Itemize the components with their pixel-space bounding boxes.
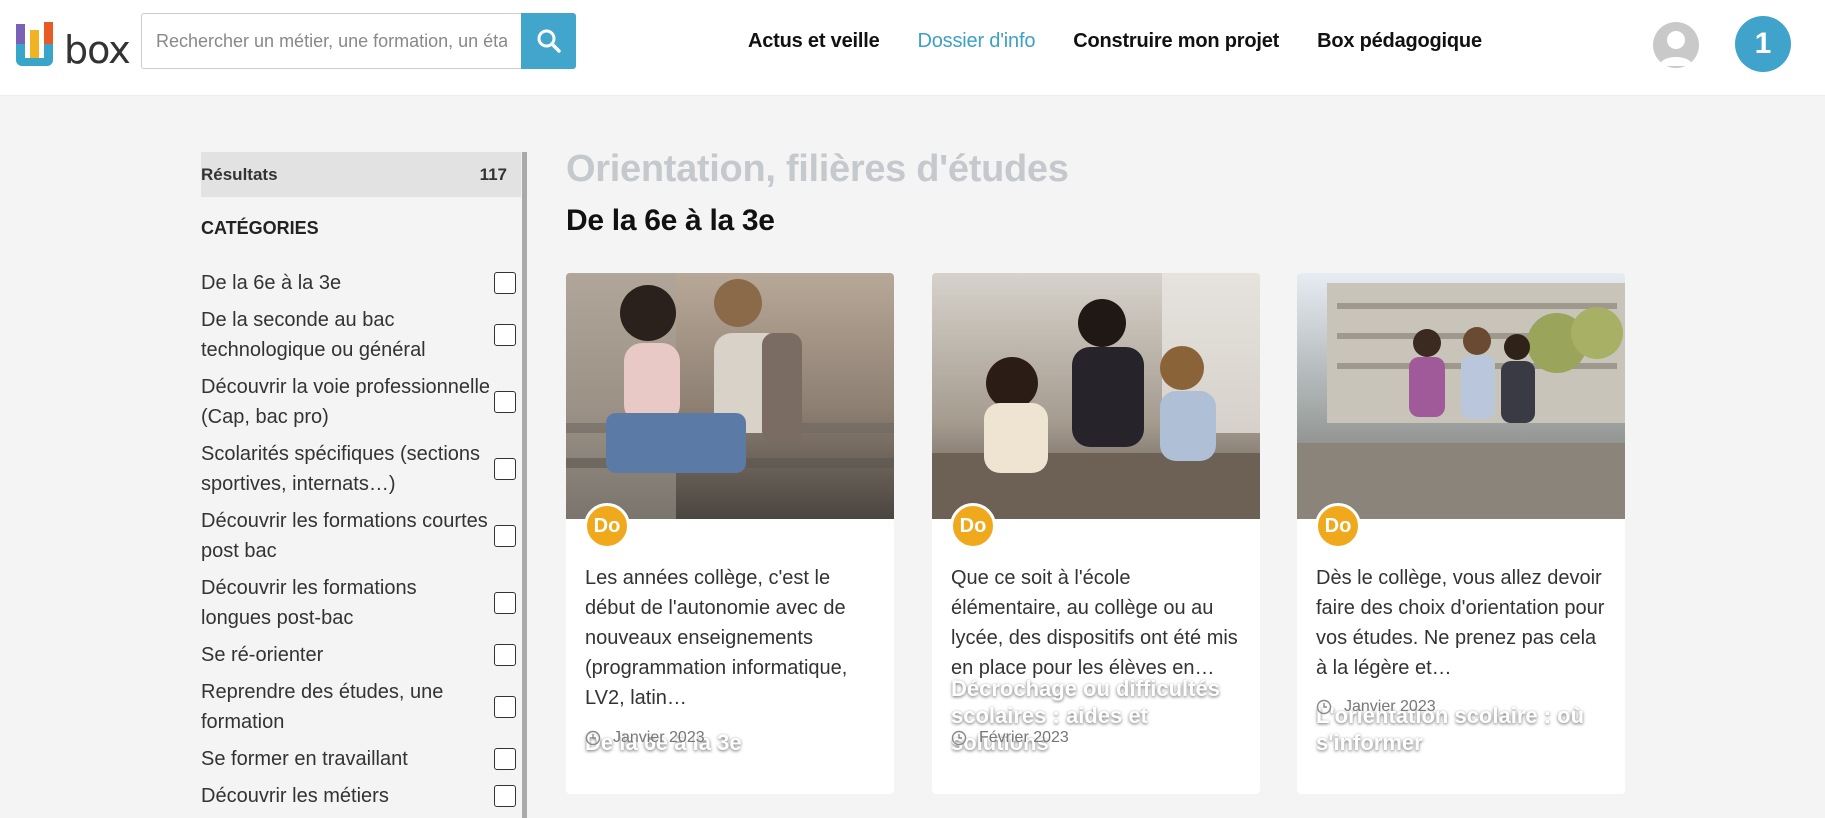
logo-base bbox=[16, 58, 53, 66]
results-count: 117 bbox=[479, 164, 507, 184]
category-checkbox[interactable] bbox=[494, 324, 516, 346]
card-description: Que ce soit à l'école élémentaire, au co… bbox=[951, 567, 1238, 679]
category-checkbox[interactable] bbox=[494, 696, 516, 718]
search-input[interactable] bbox=[141, 13, 521, 69]
category-item[interactable]: Découvrir les formations longues post-ba… bbox=[201, 573, 527, 633]
card-date-text: Janvier 2023 bbox=[613, 729, 705, 746]
results-label: Résultats bbox=[201, 164, 278, 184]
card-tag-badge: Do bbox=[950, 503, 996, 549]
category-label: Découvrir les métiers bbox=[201, 785, 389, 807]
category-checkbox[interactable] bbox=[494, 525, 516, 547]
nav-actus[interactable]: Actus et veille bbox=[748, 30, 880, 53]
user-avatar[interactable] bbox=[1653, 22, 1699, 68]
card-date: Janvier 2023 bbox=[585, 729, 705, 747]
category-label: Scolarités spécifiques (sections sportiv… bbox=[201, 443, 481, 495]
category-checkbox[interactable] bbox=[494, 458, 516, 480]
top-header: box Actus et veille Dossier d'info Const… bbox=[0, 0, 1825, 96]
category-item[interactable]: De la 6e à la 3e bbox=[201, 268, 527, 298]
category-checkbox[interactable] bbox=[494, 272, 516, 294]
nav-box-pedagogique[interactable]: Box pédagogique bbox=[1317, 30, 1482, 53]
card-date-text: Janvier 2023 bbox=[1344, 698, 1436, 715]
main-nav: Actus et veille Dossier d'info Construir… bbox=[748, 30, 1520, 53]
results-summary: Résultats 117 bbox=[201, 152, 521, 197]
category-checkbox[interactable] bbox=[494, 644, 516, 666]
category-label: Reprendre des études, une formation bbox=[201, 681, 444, 733]
category-item[interactable]: Découvrir la voie professionnelle (Cap, … bbox=[201, 372, 527, 432]
filter-sidebar: Résultats 117 CATÉGORIES De la 6e à la 3… bbox=[201, 152, 527, 818]
category-item[interactable]: Se former en travaillant bbox=[201, 744, 527, 774]
category-checkbox[interactable] bbox=[494, 391, 516, 413]
category-checkbox[interactable] bbox=[494, 592, 516, 614]
card-date: Février 2023 bbox=[951, 729, 1069, 747]
card-image bbox=[932, 273, 1260, 519]
search-button[interactable] bbox=[521, 13, 576, 69]
category-item[interactable]: Scolarités spécifiques (sections sportiv… bbox=[201, 439, 527, 499]
category-item[interactable]: Découvrir les formations courtes post ba… bbox=[201, 506, 527, 566]
category-label: Se ré-orienter bbox=[201, 644, 324, 666]
article-card[interactable]: De la 6e à la 3e Do Les années collège, … bbox=[566, 273, 894, 794]
logo-bar bbox=[16, 24, 25, 44]
clock-icon bbox=[585, 730, 601, 746]
category-label: Se former en travaillant bbox=[201, 748, 408, 770]
nav-construire-projet[interactable]: Construire mon projet bbox=[1073, 30, 1279, 53]
category-list: De la 6e à la 3e De la seconde au bac te… bbox=[201, 268, 527, 818]
logo-bar bbox=[16, 44, 25, 58]
page-title: De la 6e à la 3e bbox=[566, 204, 775, 237]
card-tag-badge: Do bbox=[584, 503, 630, 549]
logo-bar bbox=[44, 44, 53, 58]
card-image bbox=[1297, 273, 1625, 519]
section-title: Orientation, filières d'études bbox=[566, 148, 1069, 190]
card-tag-badge: Do bbox=[1315, 503, 1361, 549]
categories-heading: CATÉGORIES bbox=[201, 218, 319, 238]
logo-text: box bbox=[64, 28, 131, 72]
card-image bbox=[566, 273, 894, 519]
category-item[interactable]: Découvrir les métiers bbox=[201, 781, 527, 811]
category-item[interactable]: Reprendre des études, une formation bbox=[201, 677, 527, 737]
logo-bar bbox=[30, 30, 39, 58]
category-item[interactable]: Se ré-orienter bbox=[201, 640, 527, 670]
category-checkbox[interactable] bbox=[494, 748, 516, 770]
card-date: Janvier 2023 bbox=[1316, 698, 1436, 716]
user-icon bbox=[1659, 31, 1693, 66]
card-date-text: Février 2023 bbox=[979, 729, 1069, 746]
article-card[interactable]: Décrochage ou difficultés scolaires : ai… bbox=[932, 273, 1260, 794]
card-description: Dès le collège, vous allez devoir faire … bbox=[1316, 567, 1605, 679]
clock-icon bbox=[951, 730, 967, 746]
category-label: Découvrir la voie professionnelle (Cap, … bbox=[201, 376, 491, 428]
search-icon bbox=[537, 29, 561, 53]
category-label: De la 6e à la 3e bbox=[201, 272, 342, 294]
logo-bar bbox=[44, 22, 53, 44]
search-bar bbox=[141, 13, 576, 69]
category-item[interactable]: De la seconde au bac technologique ou gé… bbox=[201, 305, 527, 365]
category-checkbox[interactable] bbox=[494, 785, 516, 807]
notification-badge[interactable]: 1 bbox=[1735, 16, 1791, 72]
category-label: Découvrir les formations longues post-ba… bbox=[201, 577, 417, 629]
clock-icon bbox=[1316, 699, 1332, 715]
category-label: De la seconde au bac technologique ou gé… bbox=[201, 309, 426, 361]
article-card[interactable]: L'orientation scolaire : où s'informer D… bbox=[1297, 273, 1625, 794]
category-label: Découvrir les formations courtes post ba… bbox=[201, 510, 488, 562]
nav-dossier-info[interactable]: Dossier d'info bbox=[918, 30, 1036, 53]
site-logo[interactable]: box bbox=[16, 22, 131, 72]
card-description: Les années collège, c'est le début de l'… bbox=[585, 567, 848, 709]
